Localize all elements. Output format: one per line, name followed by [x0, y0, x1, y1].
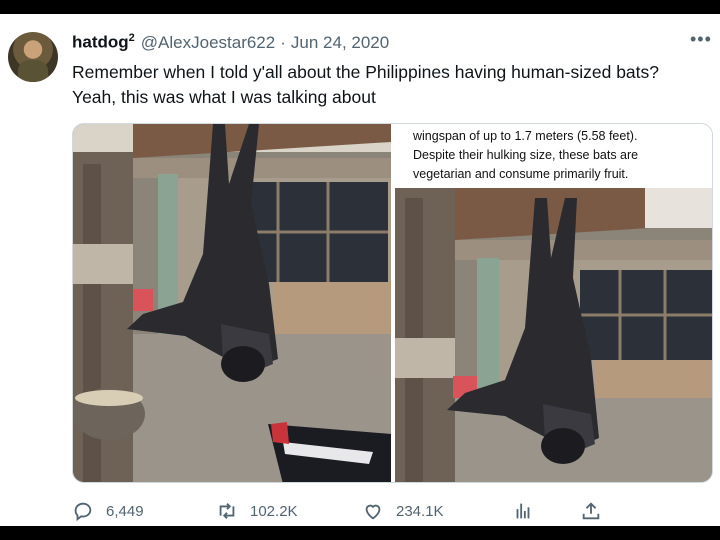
bat-photo-right[interactable]	[395, 188, 712, 482]
separator-dot: ·	[280, 32, 286, 52]
reply-count: 6,449	[106, 502, 144, 520]
share-button[interactable]	[580, 500, 614, 522]
like-button[interactable]: 234.1K	[362, 500, 444, 522]
display-name[interactable]: hatdog2	[72, 32, 135, 53]
bat-photo-right-image	[395, 188, 712, 482]
reply-button[interactable]: 6,449	[72, 500, 144, 522]
caption-line: Despite their hulking size, these bats a…	[413, 148, 639, 162]
tweet-media[interactable]: wingspan of up to 1.7 meters (5.58 feet)…	[72, 123, 713, 483]
bat-photo-left[interactable]	[73, 124, 391, 482]
bottom-black-bar	[0, 526, 720, 540]
user-handle[interactable]: @AlexJoestar622	[141, 33, 275, 53]
name-superscript: 2	[128, 32, 135, 44]
retweet-button[interactable]: 102.2K	[216, 500, 298, 522]
views-icon	[516, 503, 530, 519]
more-icon[interactable]: •••	[690, 30, 712, 50]
tweet-date[interactable]: Jun 24, 2020	[291, 33, 389, 53]
image-caption: wingspan of up to 1.7 meters (5.58 feet)…	[395, 124, 712, 188]
heart-icon	[365, 504, 381, 520]
retweet-icon	[219, 503, 235, 519]
caption-line: wingspan of up to 1.7 meters (5.58 feet)…	[413, 129, 638, 143]
tweet[interactable]: hatdog2 @AlexJoestar622 · Jun 24, 2020 •…	[0, 14, 720, 526]
like-count: 234.1K	[396, 502, 444, 520]
avatar[interactable]	[8, 32, 58, 82]
retweet-count: 102.2K	[250, 502, 298, 520]
share-icon	[582, 502, 600, 520]
bat-photo-left-image	[73, 124, 391, 482]
views-button[interactable]	[512, 500, 546, 522]
tweet-header: hatdog2 @AlexJoestar622 · Jun 24, 2020	[72, 32, 389, 54]
caption-line: vegetarian and consume primarily fruit.	[413, 167, 629, 181]
tweet-text: Remember when I told y'all about the Phi…	[72, 62, 660, 107]
top-black-bar	[0, 0, 720, 14]
tweet-actions: 6,449 102.2K 234.1K	[72, 500, 632, 524]
reply-icon	[74, 502, 92, 522]
